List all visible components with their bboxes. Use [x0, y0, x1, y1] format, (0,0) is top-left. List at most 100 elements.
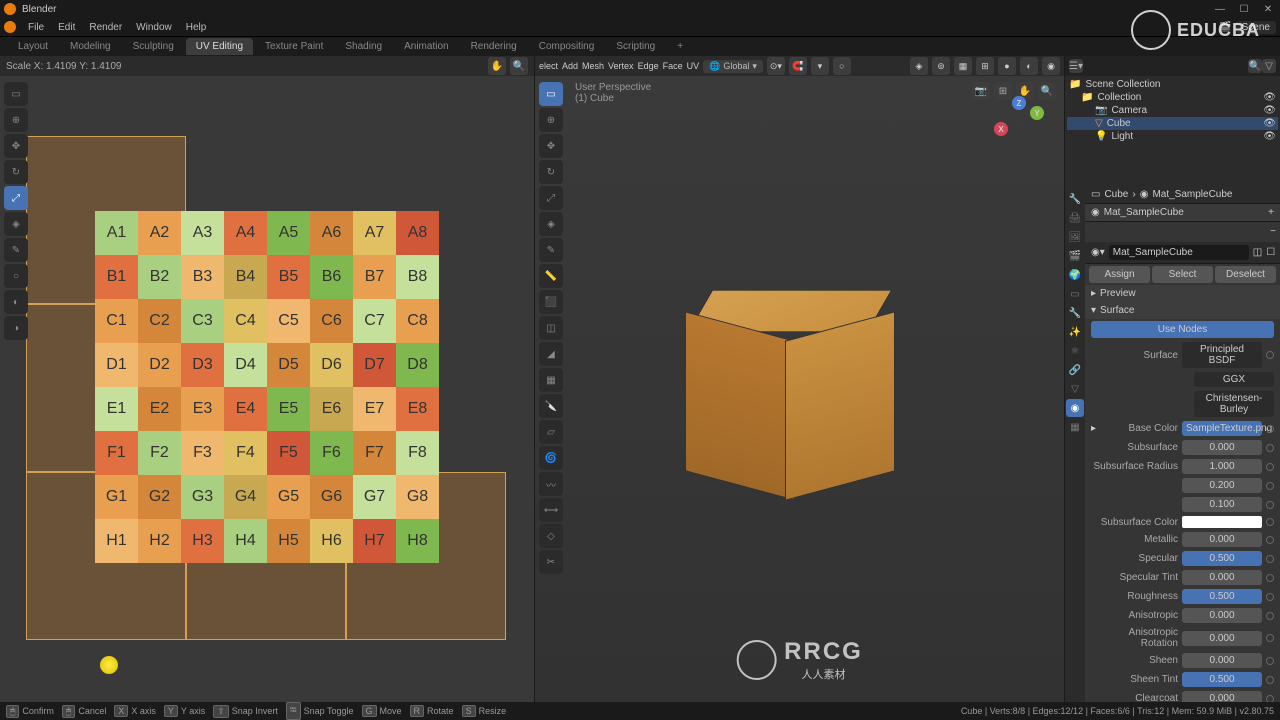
pinch-tool[interactable]: ◑ — [4, 316, 28, 340]
property-value[interactable]: 0.500 — [1182, 672, 1262, 687]
scale-tool[interactable]: ⤢ — [4, 186, 28, 210]
property-socket[interactable] — [1266, 501, 1274, 509]
proptab-output[interactable]: 🖨 — [1066, 209, 1084, 227]
rotate-tool[interactable]: ↻ — [4, 160, 28, 184]
vp-extrude-tool[interactable]: ⬛ — [539, 290, 563, 314]
proptab-material[interactable]: ◉ — [1066, 399, 1084, 417]
proptab-modifier[interactable]: 🔧 — [1066, 304, 1084, 322]
tab-add[interactable]: + — [667, 38, 693, 55]
property-value[interactable]: 0.000 — [1182, 570, 1262, 585]
tree-scene-collection[interactable]: 📁 Scene Collection — [1067, 78, 1278, 91]
vp-bevel-tool[interactable]: ◢ — [539, 342, 563, 366]
proptab-render[interactable]: 🔧 — [1066, 190, 1084, 208]
proptab-object[interactable]: ▭ — [1066, 285, 1084, 303]
property-value[interactable]: 0.100 — [1182, 497, 1262, 512]
property-socket[interactable] — [1266, 676, 1274, 684]
property-value[interactable]: 0.500 — [1182, 589, 1262, 604]
shading-wireframe[interactable]: ⊞ — [976, 57, 994, 75]
tree-camera[interactable]: 📷 Camera 👁 — [1067, 104, 1278, 117]
vp-edgeslide-tool[interactable]: ⟷ — [539, 498, 563, 522]
property-socket[interactable] — [1266, 612, 1274, 620]
tab-modeling[interactable]: Modeling — [60, 38, 121, 55]
property-socket[interactable] — [1266, 536, 1274, 544]
gizmo-toggle[interactable]: ◈ — [910, 57, 928, 75]
vp-shrink-tool[interactable]: ◇ — [539, 524, 563, 548]
proptab-mesh[interactable]: ▽ — [1066, 380, 1084, 398]
xray-toggle[interactable]: ▦ — [954, 57, 972, 75]
header-uv[interactable]: UV — [687, 61, 700, 71]
viewport-canvas[interactable]: ▭ ⊕ ✥ ↻ ⤢ ◈ ✎ 📏 ⬛ ◫ ◢ ▦ 🔪 ▱ 🌀 〰 ⟷ ◇ ✂ — [535, 76, 1064, 702]
tab-shading[interactable]: Shading — [335, 38, 392, 55]
add-material-button[interactable]: + — [1268, 207, 1274, 218]
tab-sculpting[interactable]: Sculpting — [123, 38, 184, 55]
property-socket[interactable] — [1266, 657, 1274, 665]
visibility-icon[interactable]: 👁 — [1263, 105, 1276, 116]
vp-cursor-tool[interactable]: ⊕ — [539, 108, 563, 132]
material-new-icon[interactable]: ☐ — [1266, 247, 1275, 258]
shading-rendered[interactable]: ◉ — [1042, 57, 1060, 75]
menu-render[interactable]: Render — [83, 20, 128, 35]
shading-material[interactable]: ◐ — [1020, 57, 1038, 75]
proptab-world[interactable]: 🌍 — [1066, 266, 1084, 284]
property-value[interactable]: 0.200 — [1182, 478, 1262, 493]
vp-transform-tool[interactable]: ◈ — [539, 212, 563, 236]
surface-section[interactable]: ▾ Surface — [1085, 302, 1280, 319]
vp-move-tool[interactable]: ✥ — [539, 134, 563, 158]
orientation-dropdown[interactable]: 🌐 Global ▾ — [703, 60, 763, 73]
pivot-dropdown[interactable]: ⊙▾ — [767, 57, 785, 75]
vp-select-tool[interactable]: ▭ — [539, 82, 563, 106]
assign-button[interactable]: Assign — [1089, 266, 1150, 283]
tab-animation[interactable]: Animation — [394, 38, 458, 55]
property-value[interactable]: 0.000 — [1182, 532, 1262, 547]
close-button[interactable]: ✕ — [1260, 3, 1276, 15]
header-select[interactable]: elect — [539, 61, 558, 71]
property-socket[interactable] — [1266, 463, 1274, 471]
visibility-icon[interactable]: 👁 — [1263, 131, 1276, 142]
relax-tool[interactable]: ◐ — [4, 290, 28, 314]
snap-toggle[interactable]: 🧲 — [789, 57, 807, 75]
header-vertex[interactable]: Vertex — [608, 61, 634, 71]
basecolor-value[interactable]: SampleTexture.png — [1182, 421, 1262, 436]
tab-scripting[interactable]: Scripting — [606, 38, 665, 55]
outliner-mode-icon[interactable]: ☰▾ — [1069, 59, 1083, 73]
header-edge[interactable]: Edge — [638, 61, 659, 71]
select-button[interactable]: Select — [1152, 266, 1213, 283]
cube-mesh[interactable] — [685, 276, 895, 496]
vp-inset-tool[interactable]: ◫ — [539, 316, 563, 340]
gizmo-z-axis[interactable]: Z — [1012, 96, 1026, 110]
shading-solid[interactable]: ● — [998, 57, 1016, 75]
basecolor-socket[interactable] — [1266, 425, 1274, 433]
transform-tool[interactable]: ◈ — [4, 212, 28, 236]
property-socket[interactable] — [1266, 518, 1274, 526]
deselect-button[interactable]: Deselect — [1215, 266, 1276, 283]
color-swatch[interactable] — [1182, 516, 1262, 528]
surface-socket[interactable] — [1266, 351, 1274, 359]
grab-tool[interactable]: ○ — [4, 264, 28, 288]
uv-canvas[interactable]: ▭ ⊕ ✥ ↻ ⤢ ◈ ✎ ○ ◐ ◑ A1A2A3A4A5A6A — [0, 76, 534, 702]
move-tool[interactable]: ✥ — [4, 134, 28, 158]
header-add[interactable]: Add — [562, 61, 578, 71]
annotate-tool[interactable]: ✎ — [4, 238, 28, 262]
zoom-icon[interactable]: 🔍 — [510, 57, 528, 75]
menu-help[interactable]: Help — [180, 20, 213, 35]
property-socket[interactable] — [1266, 444, 1274, 452]
vp-knife-tool[interactable]: 🔪 — [539, 394, 563, 418]
tab-rendering[interactable]: Rendering — [461, 38, 527, 55]
property-socket[interactable] — [1266, 482, 1274, 490]
outliner-filter-icon[interactable]: ▽ — [1262, 59, 1276, 73]
tree-collection[interactable]: 📁 Collection 👁 — [1067, 91, 1278, 104]
material-name-input[interactable] — [1109, 245, 1249, 260]
vp-annotate-tool[interactable]: ✎ — [539, 238, 563, 262]
proptab-particle[interactable]: ✨ — [1066, 323, 1084, 341]
ggx-value[interactable]: GGX — [1194, 372, 1274, 387]
property-value[interactable]: 0.000 — [1182, 691, 1262, 702]
visibility-icon[interactable]: 👁 — [1263, 118, 1276, 129]
vp-polybuild-tool[interactable]: ▱ — [539, 420, 563, 444]
vp-scale-tool[interactable]: ⤢ — [539, 186, 563, 210]
camera-view-icon[interactable]: 📷 — [972, 82, 990, 100]
tree-cube[interactable]: ▽ Cube 👁 — [1067, 117, 1278, 130]
menu-edit[interactable]: Edit — [52, 20, 81, 35]
vp-loopcut-tool[interactable]: ▦ — [539, 368, 563, 392]
surface-value[interactable]: Principled BSDF — [1182, 342, 1262, 368]
property-value[interactable]: 0.000 — [1182, 653, 1262, 668]
